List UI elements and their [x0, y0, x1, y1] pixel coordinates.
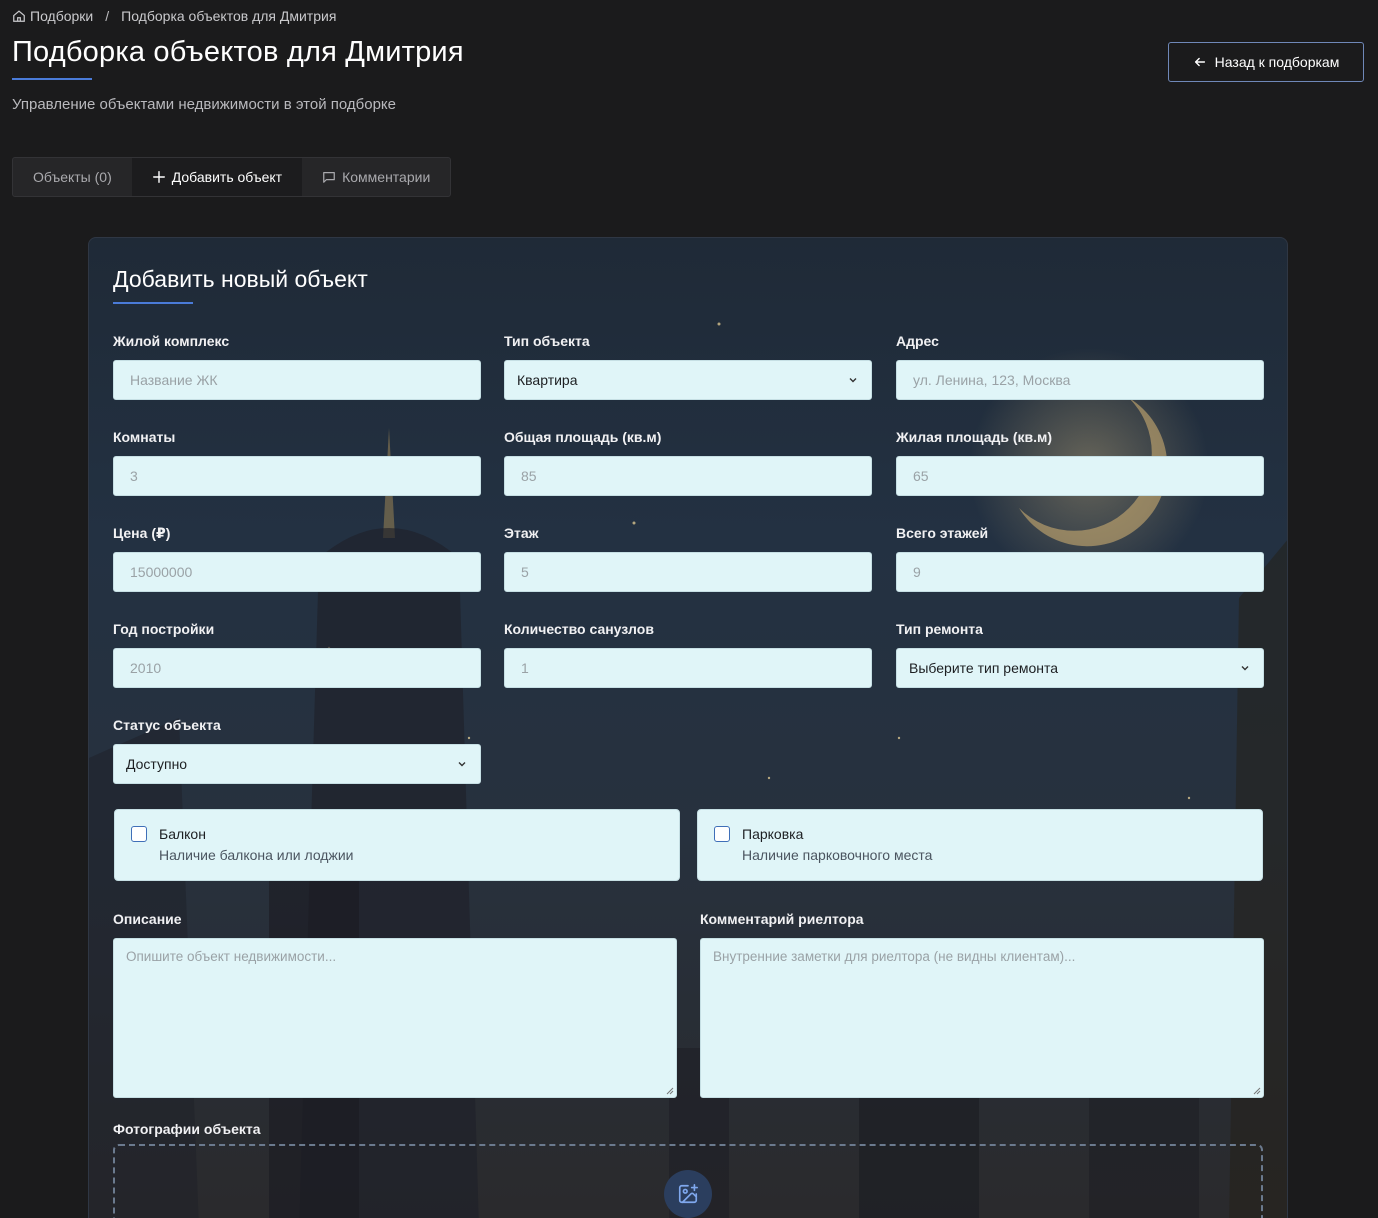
price-input[interactable]: 15000000: [113, 552, 481, 592]
renovation-label: Тип ремонта: [896, 621, 983, 637]
price-label: Цена (₽): [113, 525, 171, 541]
plus-icon: [152, 171, 165, 183]
tab-add-object-label: Добавить объект: [171, 169, 283, 185]
realtor-comment-label: Комментарий риелтора: [700, 911, 864, 927]
total-area-input[interactable]: 85: [504, 456, 872, 496]
message-square-icon: [323, 172, 335, 183]
type-select[interactable]: Квартира: [504, 360, 872, 400]
page-subtitle: Управление объектами недвижимости в этой…: [12, 96, 397, 113]
rooms-input[interactable]: 3: [113, 456, 481, 496]
renovation-select-value: Выберите тип ремонта: [909, 660, 1059, 676]
back-to-collections-button[interactable]: Назад к подборкам: [1168, 42, 1364, 82]
balcony-label: Балкон: [159, 826, 206, 842]
realtor-comment-textarea[interactable]: Внутренние заметки для риелтора (не видн…: [700, 938, 1264, 1098]
breadcrumb-current: Подборка объектов для Дмитрия: [121, 8, 337, 24]
rooms-label: Комнаты: [113, 429, 176, 445]
bathrooms-label: Количество санузлов: [504, 621, 654, 637]
bathrooms-input[interactable]: 1: [504, 648, 872, 688]
living-area-input[interactable]: 65: [896, 456, 1264, 496]
tab-add-object[interactable]: Добавить объект: [131, 158, 303, 196]
page-title: Подборка объектов для Дмитрия: [12, 36, 464, 68]
complex-input[interactable]: Название ЖК: [113, 360, 481, 400]
parking-checkbox[interactable]: [714, 826, 730, 842]
status-label: Статус объекта: [113, 717, 221, 733]
breadcrumb: Подборки / Подборка объектов для Дмитрия: [12, 8, 336, 24]
status-select[interactable]: Доступно: [113, 744, 481, 784]
floor-label: Этаж: [504, 525, 539, 541]
tab-comments-label: Комментарии: [342, 169, 431, 185]
balcony-checkbox[interactable]: [131, 826, 147, 842]
parking-label: Парковка: [742, 826, 804, 842]
balcony-description: Наличие балкона или лоджии: [159, 847, 354, 863]
photo-upload-button[interactable]: [664, 1170, 712, 1218]
add-object-card: Добавить новый объект Жилой комплекс Наз…: [88, 237, 1288, 1218]
resize-handle-icon[interactable]: [666, 1087, 674, 1095]
total-area-label: Общая площадь (кв.м): [504, 429, 662, 445]
arrow-left-icon: [1194, 57, 1205, 67]
year-input[interactable]: 2010: [113, 648, 481, 688]
total-floors-label: Всего этажей: [896, 525, 989, 541]
renovation-select[interactable]: Выберите тип ремонта: [896, 648, 1264, 688]
image-plus-icon: [678, 1184, 698, 1204]
complex-label: Жилой комплекс: [113, 333, 230, 349]
address-input[interactable]: ул. Ленина, 123, Москва: [896, 360, 1264, 400]
tab-bar: Объекты (0) Добавить объект Комментарии: [12, 157, 452, 197]
parking-description: Наличие парковочного места: [742, 847, 933, 863]
total-floors-input[interactable]: 9: [896, 552, 1264, 592]
realtor-comment-placeholder: Внутренние заметки для риелтора (не видн…: [713, 949, 1076, 964]
chevron-down-icon: [1241, 666, 1249, 671]
description-label: Описание: [113, 911, 182, 927]
living-area-label: Жилая площадь (кв.м): [896, 429, 1053, 445]
description-placeholder: Опишите объект недвижимости...: [126, 949, 337, 964]
back-button-label: Назад к подборкам: [1214, 54, 1340, 70]
type-select-value: Квартира: [517, 372, 578, 388]
home-icon: [13, 10, 25, 22]
tab-objects-label: Объекты (0): [33, 169, 112, 185]
chevron-down-icon: [458, 762, 466, 767]
status-select-value: Доступно: [126, 756, 188, 772]
parking-option[interactable]: Парковка Наличие парковочного места: [697, 809, 1263, 881]
description-textarea[interactable]: Опишите объект недвижимости...: [113, 938, 677, 1098]
card-title: Добавить новый объект: [113, 266, 368, 292]
breadcrumb-separator: /: [105, 8, 110, 24]
title-underline: [12, 78, 92, 80]
breadcrumb-root-link[interactable]: Подборки: [30, 8, 93, 24]
photos-label: Фотографии объекта: [113, 1121, 261, 1137]
card-title-underline: [113, 302, 193, 304]
tab-objects[interactable]: Объекты (0): [13, 158, 132, 196]
year-label: Год постройки: [113, 621, 215, 637]
floor-input[interactable]: 5: [504, 552, 872, 592]
address-label: Адрес: [896, 333, 939, 349]
tab-comments[interactable]: Комментарии: [302, 158, 450, 196]
balcony-option[interactable]: Балкон Наличие балкона или лоджии: [114, 809, 680, 881]
chevron-down-icon: [849, 378, 857, 383]
page: Подборки / Подборка объектов для Дмитрия…: [0, 0, 1378, 1218]
resize-handle-icon[interactable]: [1253, 1087, 1261, 1095]
type-label: Тип объекта: [504, 333, 590, 349]
